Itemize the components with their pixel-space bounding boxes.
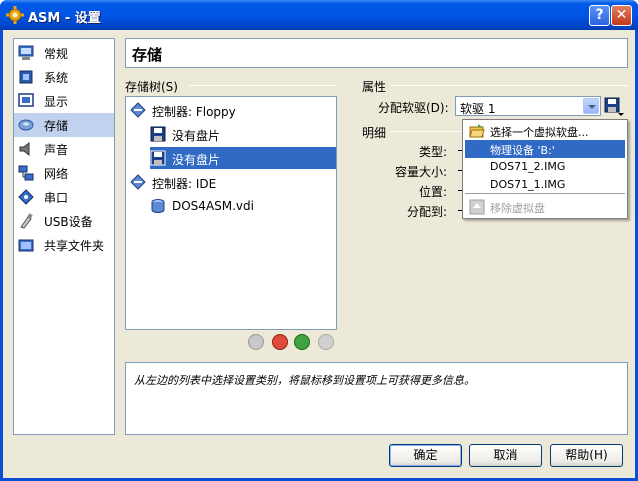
menu-item-label: DOS71_1.IMG [490,178,566,191]
serial-icon [18,189,34,205]
tree-row-label: 控制器: Floppy [152,105,236,119]
controller-icon [130,174,146,190]
menu-item-physical-drive[interactable]: 物理设备 'B:' [465,140,625,158]
info-text: 从左边的列表中选择设置类别，将鼠标移到设置项上可获得更多信息。 [134,374,475,387]
remove-controller-button[interactable] [272,334,288,350]
sidebar-item-serial[interactable]: 串口 [14,185,114,209]
sidebar-item-general[interactable]: 常规 [14,41,114,65]
dialog-body: 常规 系统 显示 存储 声音 网络 串口 USB设备 共享文件夹 存储 存储树(… [3,30,635,478]
location-label: 位置: [419,185,448,199]
ok-button[interactable]: 确定 [389,444,462,467]
category-list: 常规 系统 显示 存储 声音 网络 串口 USB设备 共享文件夹 [13,38,115,435]
add-controller-button[interactable] [248,334,264,350]
storage-tree[interactable]: 控制器: Floppy 没有盘片 没有盘片 控制器: IDE DOS4ASM.v… [125,96,337,330]
sidebar-item-label: 显示 [44,95,69,109]
menu-item-label: 选择一个虚拟软盘... [490,126,589,139]
sidebar-item-label: 共享文件夹 [44,239,105,253]
storage-tree-heading: 存储树(S) [125,80,178,94]
folder-icon [18,239,34,252]
menu-item-image-2[interactable]: DOS71_1.IMG [465,176,625,194]
info-panel: 从左边的列表中选择设置类别，将鼠标移到设置项上可获得更多信息。 [125,362,628,435]
tree-row-label: DOS4ASM.vdi [172,199,254,213]
sidebar-item-label: 常规 [44,47,69,61]
display-icon [18,93,34,107]
menu-item-label: DOS71_2.IMG [490,160,566,173]
attached-to-label: 分配到: [407,205,448,219]
menu-separator [465,193,625,194]
sidebar-item-usb[interactable]: USB设备 [14,209,114,233]
attributes-heading: 属性 [362,80,387,94]
menu-item-choose-virtual-floppy[interactable]: 选择一个虚拟软盘... [465,122,625,140]
floppy-slot-label: 分配软驱(D): [378,101,449,115]
floppy-icon [150,126,166,142]
sidebar-item-network[interactable]: 网络 [14,161,114,185]
monitor-icon [18,45,34,60]
tree-row-label: 没有盘片 [172,129,221,143]
menu-item-label: 移除虚拟盘 [490,202,545,215]
tree-row-empty-disk[interactable]: 没有盘片 [150,123,330,145]
tree-row-floppy-controller[interactable]: 控制器: Floppy [130,99,330,121]
sidebar-item-label: 声音 [44,143,69,157]
floppy-slot-value: 软驱 1 [460,102,496,116]
page-title-box: 存储 [125,38,628,68]
sidebar-item-label: 网络 [44,167,69,181]
sidebar-item-label: USB设备 [44,215,93,229]
tree-row-label: 没有盘片 [172,153,221,167]
cancel-button[interactable]: 取消 [469,444,542,467]
divider [391,131,461,132]
sidebar-item-system[interactable]: 系统 [14,65,114,89]
divider [189,85,337,86]
sidebar-item-shared-folders[interactable]: 共享文件夹 [14,233,114,257]
chip-icon [19,70,33,84]
floppy-icon [150,150,166,166]
hard-disk-icon [151,199,165,213]
settings-window: ASM - 设置 ? ✕ 常规 系统 显示 存储 声音 网络 串口 USB设备 … [0,0,638,481]
speaker-icon [19,141,30,157]
divider [391,85,628,86]
tree-row-empty-disk-selected[interactable]: 没有盘片 [150,147,336,169]
gear-icon [6,6,24,24]
remove-attachment-button[interactable] [318,334,334,350]
page-title: 存储 [132,46,163,64]
help-title-button[interactable]: ? [589,5,610,26]
floppy-menu-button[interactable] [604,97,624,117]
floppy-menu: 选择一个虚拟软盘... 物理设备 'B:' DOS71_2.IMG DOS71_… [462,119,628,219]
details-heading: 明细 [362,126,387,140]
folder-open-icon [469,124,485,138]
menu-item-label: 物理设备 'B:' [490,144,555,157]
size-label: 容量大小: [395,165,448,179]
network-icon [18,165,34,181]
tree-row-hard-disk[interactable]: DOS4ASM.vdi [150,195,330,217]
type-label: 类型: [419,145,448,159]
floppy-slot-select[interactable]: 软驱 1 [455,96,601,116]
chevron-down-icon[interactable] [583,98,599,114]
add-attachment-button[interactable] [294,334,310,350]
menu-item-image-1[interactable]: DOS71_2.IMG [465,158,625,176]
eject-icon [469,199,485,215]
menu-item-remove-disk[interactable]: 移除虚拟盘 [465,198,625,216]
sidebar-item-audio[interactable]: 声音 [14,137,114,161]
disk-icon [18,119,34,131]
tree-row-label: 控制器: IDE [152,177,217,191]
tree-row-ide-controller[interactable]: 控制器: IDE [130,171,330,193]
help-button[interactable]: 帮助(H) [550,444,623,467]
sidebar-item-label: 存储 [44,119,69,133]
window-title: ASM - 设置 [28,11,101,26]
title-bar[interactable]: ASM - 设置 ? ✕ [0,0,638,30]
sidebar-item-storage[interactable]: 存储 [14,113,114,137]
close-button[interactable]: ✕ [611,5,632,26]
sidebar-item-display[interactable]: 显示 [14,89,114,113]
controller-icon [130,102,146,118]
sidebar-item-label: 串口 [44,191,69,205]
usb-icon [20,213,33,229]
sidebar-item-label: 系统 [44,71,69,85]
